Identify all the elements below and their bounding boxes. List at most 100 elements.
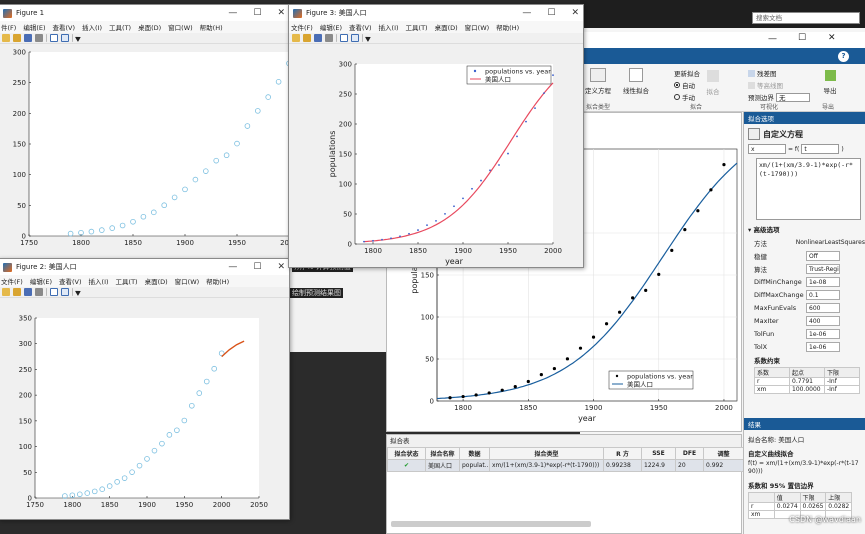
menu-insert[interactable]: 插入(I) [82,22,102,32]
print-icon[interactable] [35,288,43,296]
menu-desktop[interactable]: 桌面(D) [138,22,161,32]
figure3-window[interactable]: Figure 3: 美国人口 — ☐ ✕ 文件(F) 编辑(E) 查看(V) 插… [288,4,584,268]
print-icon[interactable] [325,34,333,42]
link-plot-icon[interactable] [50,288,58,296]
residual-button[interactable]: 残差图 [748,68,777,78]
tolx-input[interactable]: 1e-06 [806,341,840,352]
link-plot-icon[interactable] [50,34,58,42]
col-data[interactable]: 数据 [459,447,490,460]
custom-equation-button[interactable]: 定义方程 [584,68,612,98]
new-figure-icon[interactable] [2,34,10,42]
maximize-icon[interactable]: ☐ [253,262,261,272]
pointer-icon[interactable] [364,33,374,43]
export-button[interactable]: 导出 [820,70,840,95]
menu-view[interactable]: 查看(V) [59,276,82,286]
dock-icon[interactable] [351,34,359,42]
maximize-icon[interactable]: ☐ [547,8,555,18]
manual-radio[interactable]: 手动 [674,92,695,102]
table-row[interactable]: ✔ 美国人口 populat... xm/(1+(xm/3.9-1)*exp(-… [387,459,744,472]
menu-file[interactable]: 件(F) [1,22,16,32]
linear-fit-button[interactable]: 线性拟合 [618,68,654,98]
diffmin-input[interactable]: 1e-08 [806,276,840,287]
open-icon[interactable] [13,288,21,296]
menu-file[interactable]: 文件(F) [291,22,313,32]
contour-button[interactable]: 等高线图 [748,80,783,90]
menu-help[interactable]: 帮助(H) [496,22,519,32]
tolfun-input[interactable]: 1e-06 [806,328,840,339]
menu-view[interactable]: 查看(V) [53,22,76,32]
robust-select[interactable]: Off [806,250,840,261]
menu-edit[interactable]: 编辑(E) [30,276,52,286]
col-sse[interactable]: SSE [641,447,676,460]
coeff-r-lower[interactable]: -Inf [824,377,860,386]
coeff-r-start[interactable]: 0.7791 [789,377,825,386]
col-adj[interactable]: 调整 [703,447,744,460]
col-status[interactable]: 拟合状态 [387,447,426,460]
figure1-titlebar[interactable]: Figure 1 — ☐ ✕ [0,5,289,21]
figure3-titlebar[interactable]: Figure 3: 美国人口 — ☐ ✕ [289,5,583,21]
menu-view[interactable]: 查看(V) [349,22,372,32]
figure2-titlebar[interactable]: Figure 2: 美国人口 — ☐ ✕ [0,259,289,275]
new-figure-icon[interactable] [292,34,300,42]
close-icon[interactable]: ✕ [828,33,836,43]
new-figure-icon[interactable] [2,288,10,296]
menu-window[interactable]: 窗口(W) [168,22,193,32]
open-icon[interactable] [303,34,311,42]
menu-desktop[interactable]: 桌面(D) [145,276,168,286]
link-plot-icon[interactable] [340,34,348,42]
menu-file[interactable]: 文件(F) [1,276,23,286]
var-x-input[interactable]: x [748,144,786,154]
minimize-icon[interactable]: — [522,8,531,18]
col-rsq[interactable]: R 方 [603,447,642,460]
menu-desktop[interactable]: 桌面(D) [435,22,458,32]
h-scrollbar[interactable] [391,521,591,527]
menu-tools[interactable]: 工具(T) [406,22,428,32]
menu-window[interactable]: 窗口(W) [175,276,200,286]
menu-edit[interactable]: 编辑(E) [23,22,45,32]
figure1-window[interactable]: Figure 1 — ☐ ✕ 件(F) 编辑(E) 查看(V) 插入(I) 工具… [0,4,290,262]
minimize-icon[interactable]: — [768,34,777,44]
equation-box[interactable]: xm/(1+(xm/3.9-1)*exp(-r*(t-1790))) [756,158,861,220]
minimize-icon[interactable]: — [228,8,237,18]
save-icon[interactable] [24,288,32,296]
table-row[interactable]: xm 100.0000 -Inf [754,385,860,394]
close-icon[interactable]: ✕ [277,262,285,272]
col-name[interactable]: 拟合名称 [425,447,460,460]
table-row[interactable]: r 0.7791 -Inf [754,377,860,386]
maxfun-input[interactable]: 600 [806,302,840,313]
auto-radio[interactable]: 自动 [674,80,695,90]
print-icon[interactable] [35,34,43,42]
col-type[interactable]: 拟合类型 [489,447,604,460]
dock-icon[interactable] [61,288,69,296]
var-t-input[interactable]: t [801,144,840,154]
menu-tools[interactable]: 工具(T) [109,22,131,32]
search-box[interactable]: 搜索文档 [752,12,860,24]
menu-help[interactable]: 帮助(H) [200,22,223,32]
pointer-icon[interactable] [74,287,84,297]
menu-insert[interactable]: 插入(I) [89,276,109,286]
advanced-toggle[interactable]: ▾ 高级选项 [744,222,865,236]
maximize-icon[interactable]: ☐ [253,8,261,18]
coeff-xm-lower[interactable]: -Inf [824,385,860,394]
help-icon[interactable]: ? [838,51,849,62]
maxiter-input[interactable]: 400 [806,315,840,326]
diffmax-input[interactable]: 0.1 [806,289,840,300]
coeff-xm-start[interactable]: 100.0000 [789,385,825,394]
col-dfe[interactable]: DFE [675,447,704,460]
menu-window[interactable]: 窗口(W) [465,22,490,32]
dock-icon[interactable] [61,34,69,42]
open-icon[interactable] [13,34,21,42]
save-icon[interactable] [24,34,32,42]
close-icon[interactable]: ✕ [571,8,579,18]
menu-tools[interactable]: 工具(T) [116,276,138,286]
figure2-window[interactable]: Figure 2: 美国人口 — ☐ ✕ 文件(F) 编辑(E) 查看(V) 插… [0,258,290,520]
save-icon[interactable] [314,34,322,42]
pointer-icon[interactable] [74,33,84,43]
algorithm-select[interactable]: Trust-Region [806,263,840,274]
pred-bounds-select[interactable]: 无 [776,92,810,102]
minimize-icon[interactable]: — [228,262,237,272]
menu-help[interactable]: 帮助(H) [206,276,229,286]
menu-edit[interactable]: 编辑(E) [320,22,342,32]
close-icon[interactable]: ✕ [277,8,285,18]
maximize-icon[interactable]: ☐ [798,33,806,43]
